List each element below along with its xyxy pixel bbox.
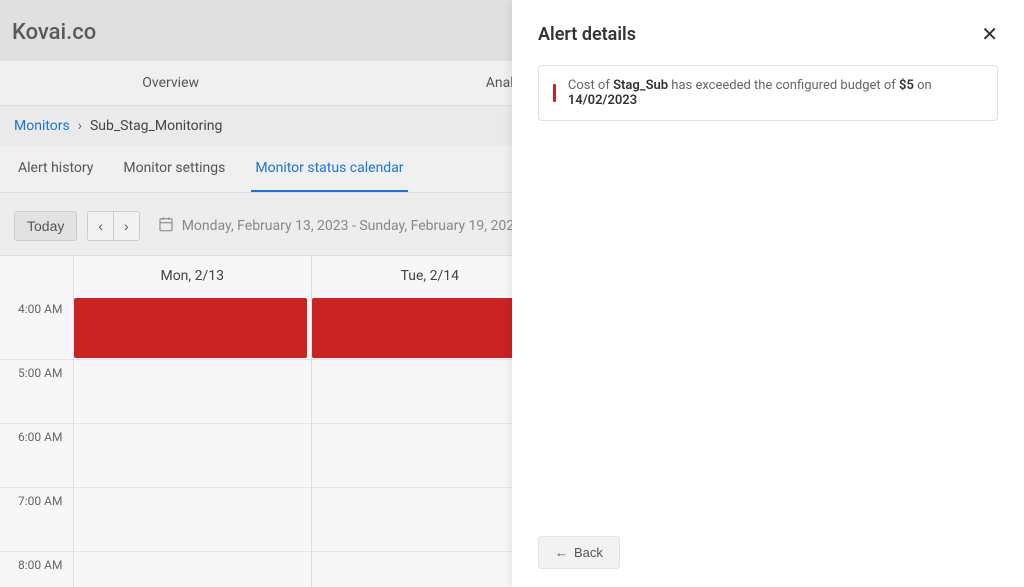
alert-details-panel: Alert details ✕ Cost of Stag_Sub has exc… (512, 0, 1024, 587)
close-button[interactable]: ✕ (981, 22, 998, 47)
date-range-label: Monday, February 13, 2023 - Sunday, Febr… (182, 218, 522, 234)
subtab-monitor-calendar[interactable]: Monitor status calendar (251, 146, 407, 192)
time-label: 4:00 AM (0, 296, 73, 360)
arrow-left-icon: ← (555, 545, 568, 560)
next-week-button[interactable]: › (114, 212, 139, 240)
prev-week-button[interactable]: ‹ (88, 212, 114, 240)
today-button[interactable]: Today (14, 211, 77, 241)
day-header: Mon, 2/13 (74, 256, 312, 296)
breadcrumb-current: Sub_Stag_Monitoring (90, 118, 222, 134)
alert-message: Cost of Stag_Sub has exceeded the config… (568, 78, 983, 108)
time-label: 6:00 AM (0, 424, 73, 488)
breadcrumb-monitors[interactable]: Monitors (14, 118, 70, 134)
alert-card: Cost of Stag_Sub has exceeded the config… (538, 65, 998, 121)
calendar-event[interactable] (312, 298, 545, 358)
calendar-event[interactable] (74, 298, 307, 358)
alert-severity-stripe (553, 84, 556, 102)
tab-overview[interactable]: Overview (0, 61, 341, 105)
time-label: 7:00 AM (0, 488, 73, 552)
subtab-monitor-settings[interactable]: Monitor settings (119, 146, 229, 192)
time-label: 8:00 AM (0, 552, 73, 587)
close-icon: ✕ (981, 24, 998, 46)
back-button[interactable]: ← Back (538, 536, 620, 569)
chevron-right-icon: › (78, 118, 82, 134)
calendar-icon (158, 216, 174, 236)
panel-title: Alert details (538, 24, 636, 45)
time-label: 5:00 AM (0, 360, 73, 424)
subtab-alert-history[interactable]: Alert history (14, 146, 97, 192)
